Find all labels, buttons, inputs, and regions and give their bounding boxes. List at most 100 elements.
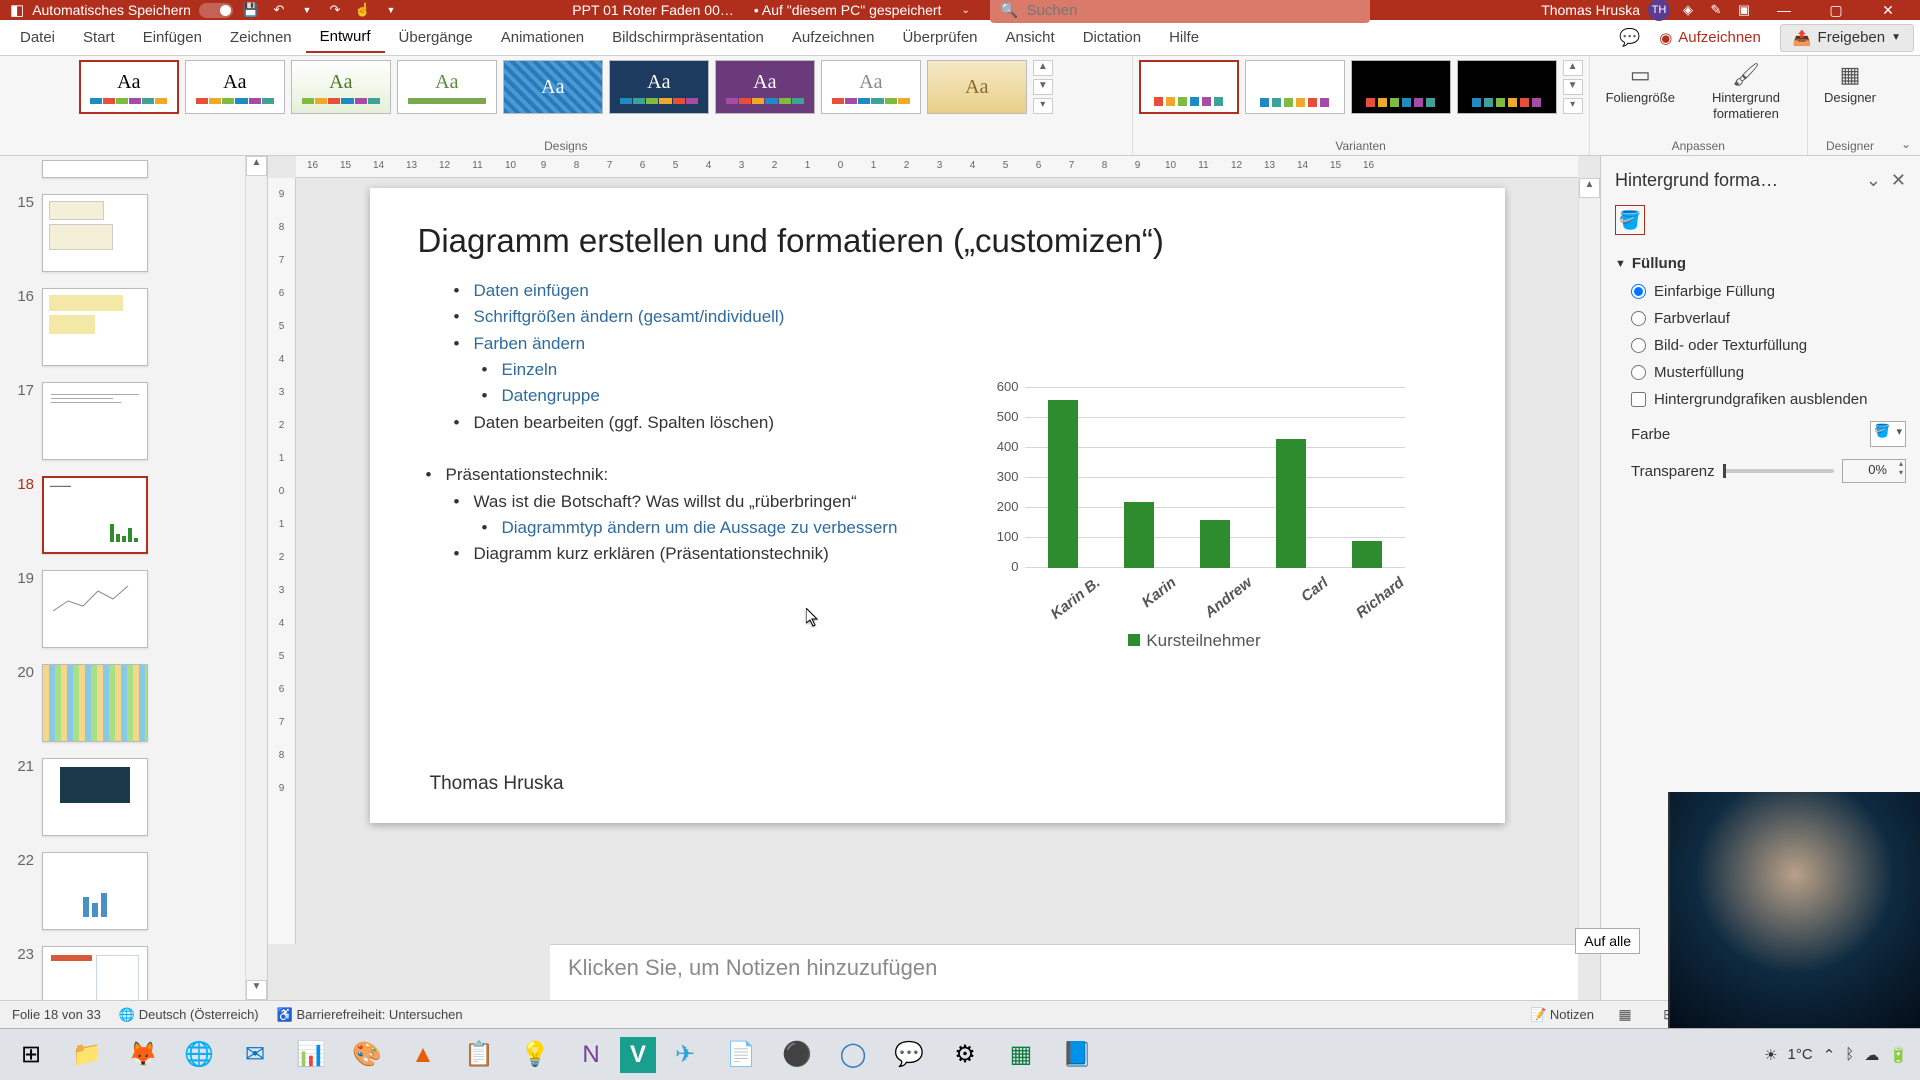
slide-thumb-17[interactable] <box>42 382 148 460</box>
collapse-ribbon-icon[interactable]: ⌄ <box>1901 137 1911 151</box>
tab-dictation[interactable]: Dictation <box>1069 23 1155 52</box>
slide-thumb-19[interactable] <box>42 570 148 648</box>
search-box[interactable]: 🔍 <box>990 0 1370 23</box>
user-name[interactable]: Thomas Hruska <box>1541 2 1640 18</box>
radio-picture[interactable] <box>1631 338 1646 353</box>
explorer-icon[interactable]: 📁 <box>60 1031 114 1079</box>
obs-icon[interactable]: ⚫ <box>770 1031 824 1079</box>
dropdown-icon[interactable]: ▼ <box>297 0 317 20</box>
variant-3[interactable] <box>1351 60 1451 114</box>
tab-animationen[interactable]: Animationen <box>487 23 598 52</box>
pen-icon[interactable]: ✎ <box>1706 0 1726 20</box>
discord-icon[interactable]: 💬 <box>882 1031 936 1079</box>
system-tray[interactable]: ☀ 1°C ⌃ ᛒ ☁ 🔋 <box>1764 1046 1916 1064</box>
slide-thumb-22[interactable] <box>42 852 148 930</box>
theme-thumb-3[interactable]: Aa <box>291 60 391 114</box>
share-button[interactable]: 📤Freigeben▼ <box>1780 24 1914 52</box>
tab-zeichnen[interactable]: Zeichnen <box>216 23 306 52</box>
notes-toggle[interactable]: 📝 Notizen <box>1530 1007 1594 1023</box>
touch-icon[interactable]: ☝ <box>353 0 373 20</box>
tab-bildschirm[interactable]: Bildschirmpräsentation <box>598 23 778 52</box>
transparency-value[interactable]: 0% <box>1842 459 1906 483</box>
doc-dropdown-icon[interactable]: ⌄ <box>961 5 969 16</box>
theme-thumb-1[interactable]: Aa <box>79 60 179 114</box>
slide-thumb-20[interactable] <box>42 664 148 742</box>
fill-pattern-option[interactable]: Musterfüllung <box>1615 359 1906 386</box>
more-qat-icon[interactable]: ▼ <box>381 0 401 20</box>
window-icon[interactable]: ▣ <box>1734 0 1754 20</box>
slide-canvas[interactable]: Diagramm erstellen und formatieren („cus… <box>296 178 1578 944</box>
app-icon-4[interactable]: V <box>620 1037 656 1073</box>
theme-thumb-9[interactable]: Aa <box>927 60 1027 114</box>
firefox-icon[interactable]: 🦊 <box>116 1031 170 1079</box>
diamond-icon[interactable]: ◈ <box>1678 0 1698 20</box>
tab-ueberpruefen[interactable]: Überprüfen <box>888 23 991 52</box>
variant-1[interactable] <box>1139 60 1239 114</box>
apply-all-button[interactable]: Auf alle <box>1575 928 1640 954</box>
tab-datei[interactable]: Datei <box>6 23 69 52</box>
battery-icon[interactable]: 🔋 <box>1889 1046 1908 1064</box>
theme-thumb-5[interactable]: Aa <box>503 60 603 114</box>
tab-hilfe[interactable]: Hilfe <box>1155 23 1213 52</box>
maximize-button[interactable]: ▢ <box>1814 0 1858 20</box>
slide-thumb-18[interactable]: ━━━━━━━ <box>42 476 148 554</box>
app-icon-1[interactable]: 🎨 <box>340 1031 394 1079</box>
theme-thumb-8[interactable]: Aa <box>821 60 921 114</box>
cloud-icon[interactable]: ☁ <box>1864 1046 1879 1064</box>
bg-format-button[interactable]: 🖌Hintergrund formatieren <box>1691 60 1801 124</box>
radio-solid[interactable] <box>1631 284 1646 299</box>
undo-icon[interactable]: ↶ <box>269 0 289 20</box>
app-icon-3[interactable]: 💡 <box>508 1031 562 1079</box>
fill-tab[interactable]: 🪣 <box>1615 205 1645 235</box>
chart[interactable]: 0100200300400500600 Karin B.KarinAndrewC… <box>985 388 1405 688</box>
radio-gradient[interactable] <box>1631 311 1646 326</box>
save-icon[interactable]: 💾 <box>241 0 261 20</box>
slide-size-button[interactable]: ▭Foliengröße <box>1596 60 1685 108</box>
tab-start[interactable]: Start <box>69 23 129 52</box>
radio-pattern[interactable] <box>1631 365 1646 380</box>
app-icon-5[interactable]: 📄 <box>714 1031 768 1079</box>
theme-thumb-2[interactable]: Aa <box>185 60 285 114</box>
thumb-scrollbar[interactable]: ▲▼ <box>245 156 267 1000</box>
app-icon-2[interactable]: 📋 <box>452 1031 506 1079</box>
vlc-icon[interactable]: ▲ <box>396 1031 450 1079</box>
slide-thumb-23[interactable] <box>42 946 148 1000</box>
notes-pane[interactable]: Klicken Sie, um Notizen hinzuzufügen <box>550 944 1578 1000</box>
user-avatar[interactable]: TH <box>1648 0 1670 21</box>
start-button[interactable]: ⊞ <box>4 1031 58 1079</box>
slide-thumb-21[interactable] <box>42 758 148 836</box>
tab-aufzeichnen[interactable]: Aufzeichnen <box>778 23 889 52</box>
slide-counter[interactable]: Folie 18 von 33 <box>12 1007 101 1022</box>
hide-bg-option[interactable]: Hintergrundgrafiken ausblenden <box>1615 386 1906 413</box>
comments-icon[interactable]: 💬 <box>1619 28 1640 48</box>
minimize-button[interactable]: — <box>1762 0 1806 20</box>
close-button[interactable]: ✕ <box>1866 0 1910 20</box>
pane-dropdown-icon[interactable]: ⌄ <box>1866 170 1881 191</box>
temperature[interactable]: 1°C <box>1788 1046 1813 1063</box>
outlook-icon[interactable]: ✉ <box>228 1031 282 1079</box>
variant-2[interactable] <box>1245 60 1345 114</box>
excel-icon[interactable]: ▦ <box>994 1031 1048 1079</box>
tray-chevron-icon[interactable]: ⌃ <box>1823 1046 1836 1064</box>
color-picker-button[interactable]: 🪣 <box>1870 421 1906 447</box>
slide-thumb-16[interactable] <box>42 288 148 366</box>
fill-solid-option[interactable]: Einfarbige Füllung <box>1615 278 1906 305</box>
variants-gallery-arrows[interactable]: ▲▼▾ <box>1563 60 1583 114</box>
powerpoint-icon[interactable]: 📊 <box>284 1031 338 1079</box>
pane-close-icon[interactable]: ✕ <box>1891 170 1906 191</box>
tab-einfuegen[interactable]: Einfügen <box>129 23 216 52</box>
save-location[interactable]: • Auf "diesem PC" gespeichert <box>754 2 942 18</box>
settings-icon[interactable]: ⚙ <box>938 1031 992 1079</box>
language-indicator[interactable]: 🌐 Deutsch (Österreich) <box>119 1007 259 1023</box>
telegram-icon[interactable]: ✈ <box>658 1031 712 1079</box>
record-button[interactable]: ◉Aufzeichnen <box>1646 24 1774 52</box>
tab-uebergaenge[interactable]: Übergänge <box>385 23 487 52</box>
accessibility-indicator[interactable]: ♿ Barrierefreiheit: Untersuchen <box>277 1007 463 1023</box>
tab-ansicht[interactable]: Ansicht <box>992 23 1069 52</box>
checkbox-hidebg[interactable] <box>1631 392 1646 407</box>
fill-section-header[interactable]: ▼Füllung <box>1615 249 1906 278</box>
fill-gradient-option[interactable]: Farbverlauf <box>1615 305 1906 332</box>
designs-gallery-arrows[interactable]: ▲▼▾ <box>1033 60 1053 114</box>
fill-picture-option[interactable]: Bild- oder Texturfüllung <box>1615 332 1906 359</box>
chrome-icon[interactable]: 🌐 <box>172 1031 226 1079</box>
